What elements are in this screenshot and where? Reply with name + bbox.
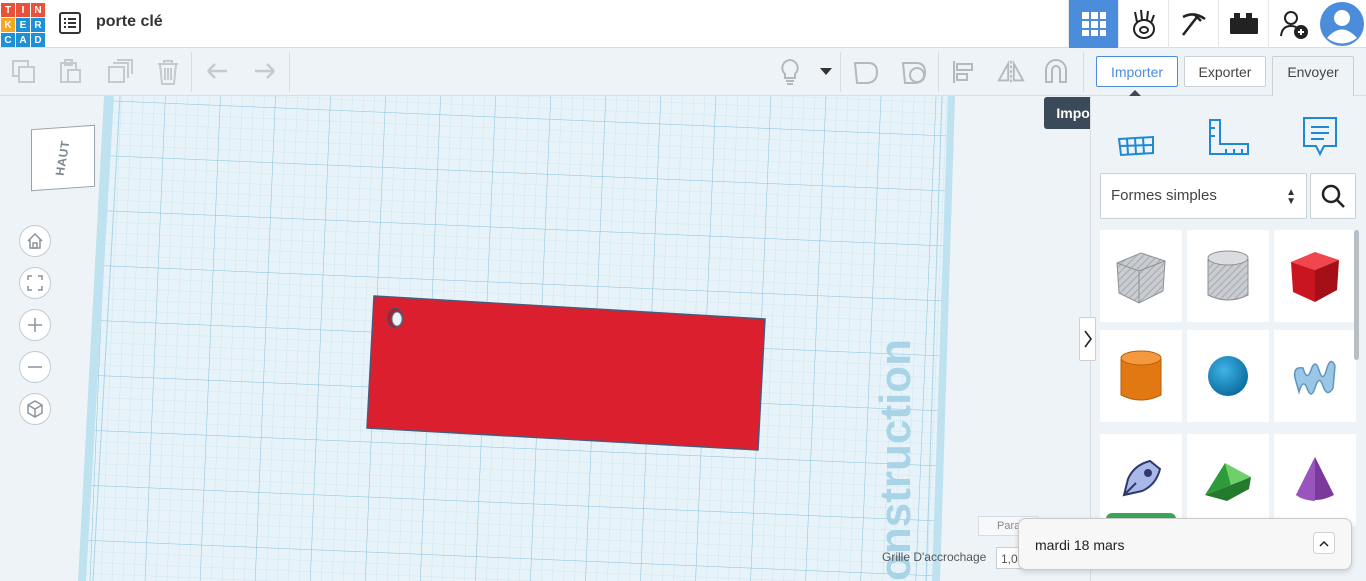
avatar[interactable] bbox=[1318, 0, 1366, 48]
align-icon[interactable] bbox=[950, 58, 978, 86]
mirror-icon[interactable] bbox=[997, 58, 1025, 86]
duplicate-icon[interactable] bbox=[106, 58, 134, 86]
logo-letter: I bbox=[16, 3, 30, 17]
export-button[interactable]: Exporter bbox=[1184, 56, 1266, 87]
perspective-icon[interactable] bbox=[19, 393, 51, 425]
magnet-icon[interactable] bbox=[1042, 58, 1070, 86]
shape-solid-icon[interactable] bbox=[852, 58, 880, 86]
logo-letter: K bbox=[1, 18, 15, 32]
copy-icon[interactable] bbox=[10, 58, 38, 86]
lego-brick-icon[interactable] bbox=[1218, 0, 1268, 48]
logo-letter: T bbox=[1, 3, 15, 17]
logo-letter: N bbox=[31, 3, 45, 17]
pickaxe-icon[interactable] bbox=[1168, 0, 1218, 48]
notification-date: mardi 18 mars bbox=[1035, 537, 1125, 553]
fit-view-icon[interactable] bbox=[19, 267, 51, 299]
shape-scribble[interactable] bbox=[1274, 330, 1356, 422]
workplane-watermark: onstruction bbox=[871, 339, 920, 581]
top-bar: TIN KER CAD porte clé bbox=[0, 0, 1366, 48]
shape-box-hole[interactable] bbox=[1100, 230, 1182, 322]
notes-icon[interactable] bbox=[1298, 114, 1342, 158]
panel-collapse-toggle[interactable] bbox=[1079, 317, 1096, 361]
shape-category-value: Formes simples bbox=[1111, 187, 1217, 204]
home-view-icon[interactable] bbox=[19, 225, 51, 257]
grid-view-icon[interactable] bbox=[1068, 0, 1118, 48]
delete-icon[interactable] bbox=[154, 58, 182, 86]
3d-viewport[interactable]: onstruction bbox=[0, 96, 1090, 581]
redo-icon[interactable] bbox=[250, 58, 278, 86]
blocks-hand-icon[interactable] bbox=[1118, 0, 1168, 48]
shape-hole-icon[interactable] bbox=[900, 58, 928, 86]
snap-grid-label: Grille D'accrochage bbox=[882, 550, 987, 564]
undo-icon[interactable] bbox=[204, 58, 232, 86]
import-button[interactable]: Importer bbox=[1096, 56, 1178, 87]
view-cube-label: HAUT bbox=[53, 139, 73, 177]
keychain-object[interactable] bbox=[366, 295, 766, 451]
search-icon[interactable] bbox=[1310, 173, 1356, 219]
workplane-grid-icon[interactable] bbox=[1114, 114, 1158, 158]
shape-cone[interactable] bbox=[1274, 434, 1356, 526]
chevron-up-icon[interactable] bbox=[1313, 532, 1335, 554]
shape-box[interactable] bbox=[1274, 230, 1356, 322]
notification-toast: mardi 18 mars bbox=[1018, 518, 1352, 570]
shape-sphere[interactable] bbox=[1187, 330, 1269, 422]
logo-letter: C bbox=[1, 33, 15, 47]
panel-scrollbar[interactable] bbox=[1354, 230, 1359, 360]
top-right-icons bbox=[1068, 0, 1366, 48]
add-user-icon[interactable] bbox=[1268, 0, 1318, 48]
shape-cylinder[interactable] bbox=[1100, 330, 1182, 422]
ruler-icon[interactable] bbox=[1206, 114, 1250, 158]
design-list-icon[interactable] bbox=[59, 12, 81, 34]
logo-letter: E bbox=[16, 18, 30, 32]
tinkercad-logo[interactable]: TIN KER CAD bbox=[1, 3, 45, 47]
shape-cylinder-hole[interactable] bbox=[1187, 230, 1269, 322]
select-caret-icon: ▲ ▼ bbox=[1286, 187, 1296, 207]
send-to-label-line1: Envoyer bbox=[1287, 64, 1339, 80]
zoom-out-icon[interactable] bbox=[19, 351, 51, 383]
shape-roof[interactable] bbox=[1187, 434, 1269, 526]
shape-category-select[interactable]: Formes simples ▲ ▼ bbox=[1100, 173, 1307, 219]
paste-icon[interactable] bbox=[56, 58, 84, 86]
logo-letter: A bbox=[16, 33, 30, 47]
tinkercad-editor: TIN KER CAD porte clé Importer Exporter En… bbox=[0, 0, 1366, 581]
dropdown-caret-icon[interactable] bbox=[812, 58, 840, 86]
zoom-in-icon[interactable] bbox=[19, 309, 51, 341]
document-title[interactable]: porte clé bbox=[96, 13, 163, 31]
logo-letter: D bbox=[31, 33, 45, 47]
light-bulb-icon[interactable] bbox=[776, 58, 804, 86]
logo-letter: R bbox=[31, 18, 45, 32]
view-cube[interactable]: HAUT bbox=[31, 124, 95, 192]
